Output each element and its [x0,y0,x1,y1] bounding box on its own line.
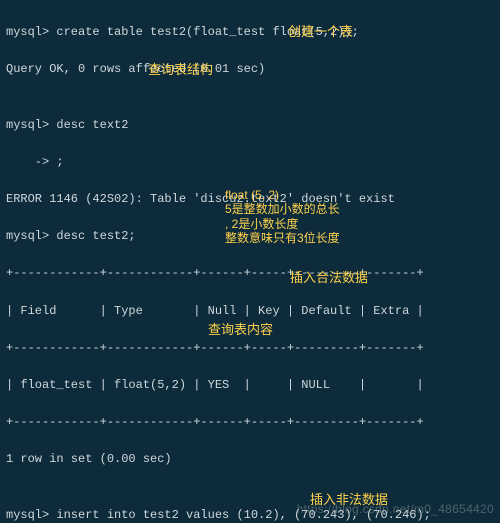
annotation-float-explain: float (5, 2) 5是整数加小数的总长 , 2是小数长度 整数意味只有3… [225,188,340,246]
annotation-float-line4: 整数意味只有3位长度 [225,231,340,245]
term-line: +------------+------------+------+-----+… [6,413,496,432]
term-line: | float_test | float(5,2) | YES | | NULL… [6,376,496,395]
term-line: 1 row in set (0.00 sec) [6,450,496,469]
annotation-float-line3: , 2是小数长度 [225,217,298,231]
annotation-select: 查询表内容 [208,320,273,340]
annotation-create-table: 创建一个表 [288,22,353,42]
annotation-float-line1: float (5, 2) [225,188,279,202]
watermark: https://blog.csdn.net/m0_48654420 [297,500,494,519]
term-line: +------------+------------+------+-----+… [6,339,496,358]
term-line: mysql> create table test2(float_test flo… [6,23,496,42]
annotation-float-line2: 5是整数加小数的总长 [225,202,340,216]
annotation-insert-valid: 插入合法数据 [290,268,368,288]
annotation-desc-table: 查询表结构 [148,60,213,80]
term-line: +------------+------------+------+-----+… [6,264,496,283]
term-line: Query OK, 0 rows affected (0.01 sec) [6,60,496,79]
terminal-output: mysql> create table test2(float_test flo… [0,0,500,523]
term-line: mysql> desc text2 [6,116,496,135]
term-line: | Field | Type | Null | Key | Default | … [6,302,496,321]
term-line: -> ; [6,153,496,172]
